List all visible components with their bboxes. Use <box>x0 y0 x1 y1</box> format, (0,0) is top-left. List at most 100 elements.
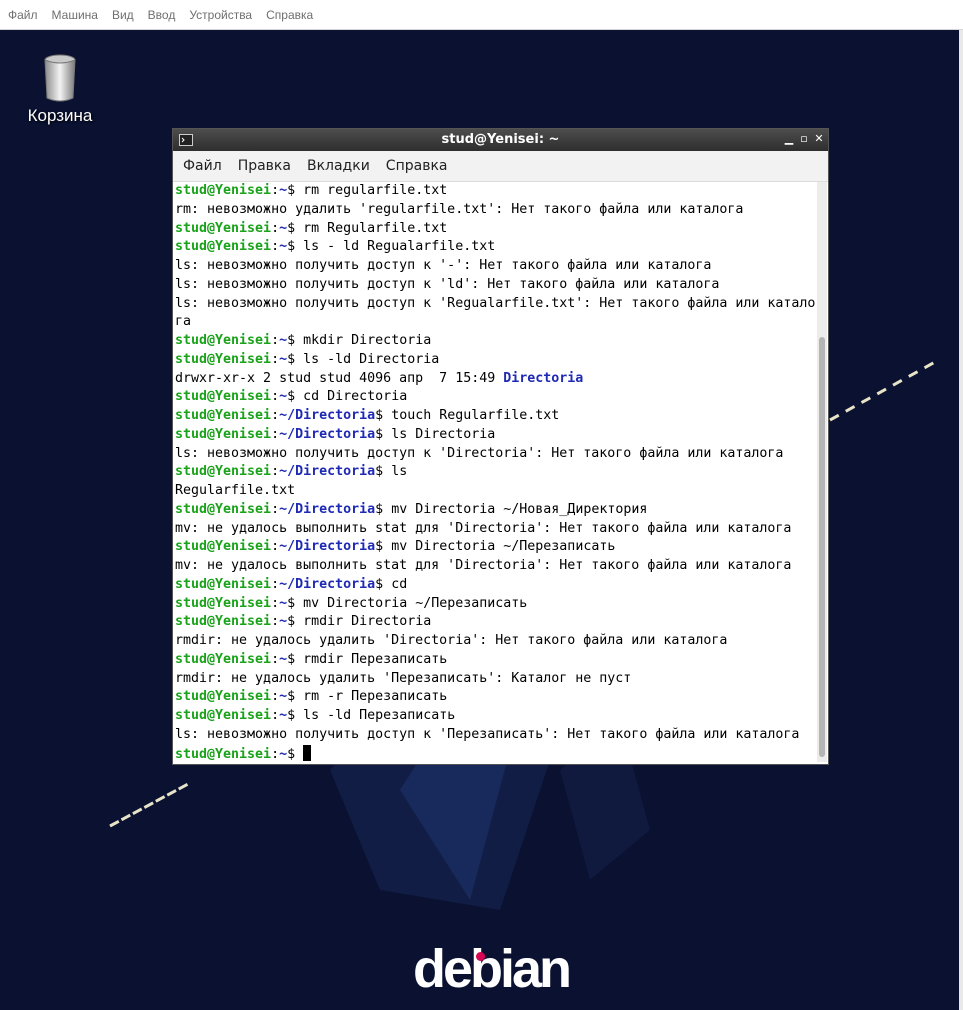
terminal-line: ls: невозможно получить доступ к 'Переза… <box>175 726 815 745</box>
vm-menu-file[interactable]: Файл <box>8 8 38 22</box>
command-text: rm -r Перезаписать <box>295 689 448 705</box>
command-text: ls - ld Regualarfile.txt <box>295 239 496 255</box>
output-text: ls: невозможно получить доступ к 'Direct… <box>175 445 784 461</box>
maximize-button[interactable]: ▫ <box>798 132 810 146</box>
terminal-titlebar[interactable]: stud@Yenisei: ~ ▁ ▫ ✕ <box>173 129 828 151</box>
output-text: ls: невозможно получить доступ к 'Regual… <box>175 295 815 311</box>
prompt-symbol: $ <box>375 408 384 423</box>
output-text: rmdir: не удалось удалить 'Directoria': … <box>175 633 728 648</box>
vm-menu-devices[interactable]: Устройства <box>189 8 252 22</box>
terminal-line: stud@Yenisei:~$ rm -r Перезаписать <box>175 688 815 707</box>
prompt-user: stud@Yenisei <box>175 239 272 255</box>
prompt-user: stud@Yenisei <box>175 746 272 762</box>
vm-menu-help[interactable]: Справка <box>266 8 313 22</box>
prompt-separator: : <box>271 595 280 611</box>
prompt-path: ~/Directoria <box>279 501 376 517</box>
command-text: rm regularfile.txt <box>295 183 448 198</box>
prompt-path: ~/Directoria <box>279 464 376 480</box>
prompt-symbol: $ <box>375 464 384 480</box>
output-text: ls: невозможно получить доступ к 'ld': Н… <box>175 276 720 292</box>
prompt-user: stud@Yenisei <box>175 464 272 480</box>
terminal-line: ls: невозможно получить доступ к 'Regual… <box>175 295 815 314</box>
prompt-user: stud@Yenisei <box>175 426 272 442</box>
prompt-separator: : <box>271 239 280 255</box>
output-text: rmdir: не удалось удалить 'Перезаписать'… <box>175 670 632 686</box>
output-text: rm: невозможно удалить 'regularfile.txt'… <box>175 201 744 217</box>
text-cursor <box>303 744 312 761</box>
prompt-separator: : <box>271 333 280 348</box>
trash-desktop-item[interactable]: Корзина <box>22 54 98 134</box>
prompt-path: ~ <box>279 651 288 667</box>
vm-menu-machine[interactable]: Машина <box>52 8 98 22</box>
prompt-user: stud@Yenisei <box>175 708 272 723</box>
terminal-line: drwxr-xr-x 2 stud stud 4096 апр 7 15:49 … <box>175 370 815 389</box>
prompt-path: ~/Directoria <box>279 576 376 592</box>
command-text: cd <box>383 576 408 592</box>
terminal-line: stud@Yenisei:~$ mkdir Directoria <box>175 332 815 351</box>
terminal-title: stud@Yenisei: ~ <box>441 132 560 147</box>
command-text: rmdir Перезаписать <box>295 651 448 667</box>
vm-menubar: Файл Машина Вид Ввод Устройства Справка <box>0 0 963 30</box>
terminal-line: stud@Yenisei:~/Directoria$ mv Directoria… <box>175 538 815 557</box>
terminal-menu-help[interactable]: Справка <box>386 158 448 174</box>
prompt-user: stud@Yenisei <box>175 408 272 423</box>
terminal-window[interactable]: stud@Yenisei: ~ ▁ ▫ ✕ Файл Правка Вкладк… <box>172 128 829 765</box>
minimize-button[interactable]: ▁ <box>783 132 795 146</box>
prompt-user: stud@Yenisei <box>175 595 272 611</box>
prompt-path: ~ <box>279 389 288 405</box>
prompt-user: stud@Yenisei <box>175 539 272 555</box>
terminal-line: ls: невозможно получить доступ к 'ld': Н… <box>175 276 815 295</box>
prompt-user: stud@Yenisei <box>175 351 272 367</box>
command-text: ls -ld Перезаписать <box>295 708 456 723</box>
prompt-symbol: $ <box>287 651 296 667</box>
terminal-line: stud@Yenisei:~$ mv Directoria ~/Перезапи… <box>175 595 815 614</box>
terminal-line: га <box>175 313 815 332</box>
prompt-separator: : <box>271 614 280 630</box>
prompt-symbol: $ <box>375 576 384 592</box>
terminal-scrollbar[interactable] <box>817 182 827 762</box>
command-text: touch Regularfile.txt <box>383 408 560 423</box>
prompt-user: stud@Yenisei <box>175 501 272 517</box>
vm-menu-input[interactable]: Ввод <box>148 8 176 22</box>
output-text: mv: не удалось выполнить stat для 'Direc… <box>175 558 792 573</box>
prompt-separator: : <box>271 689 280 705</box>
prompt-user: stud@Yenisei <box>175 689 272 705</box>
terminal-line: rm: невозможно удалить 'regularfile.txt'… <box>175 201 815 220</box>
debian-logo-text: debian <box>413 939 572 999</box>
command-text <box>295 747 303 762</box>
terminal-menu-file[interactable]: Файл <box>183 158 222 174</box>
right-edge-strip <box>959 30 963 1010</box>
prompt-symbol: $ <box>287 220 296 236</box>
prompt-path: ~ <box>279 708 288 723</box>
prompt-separator: : <box>271 183 280 198</box>
prompt-separator: : <box>271 389 280 405</box>
close-button[interactable]: ✕ <box>813 132 825 146</box>
terminal-menubar: Файл Правка Вкладки Справка <box>173 151 828 182</box>
terminal-line: rmdir: не удалось удалить 'Directoria': … <box>175 632 815 651</box>
prompt-symbol: $ <box>287 389 296 405</box>
prompt-separator: : <box>271 746 280 762</box>
prompt-symbol: $ <box>287 183 296 198</box>
prompt-symbol: $ <box>287 689 296 705</box>
prompt-symbol: $ <box>375 426 384 442</box>
prompt-path: ~ <box>279 614 288 630</box>
prompt-path: ~ <box>279 595 288 611</box>
prompt-separator: : <box>271 408 280 423</box>
output-text: га <box>175 314 192 330</box>
terminal-line: ls: невозможно получить доступ к '-': Не… <box>175 257 815 276</box>
terminal-menu-edit[interactable]: Правка <box>238 158 291 174</box>
vm-menu-view[interactable]: Вид <box>112 8 134 22</box>
terminal-menu-tabs[interactable]: Вкладки <box>307 158 370 174</box>
terminal-output[interactable]: stud@Yenisei:~$ rm regularfile.txt rm: не… <box>175 182 815 762</box>
terminal-line: stud@Yenisei:~$ cd Directoria <box>175 388 815 407</box>
terminal-line: ls: невозможно получить доступ к 'Direct… <box>175 445 815 464</box>
prompt-path: ~ <box>279 746 288 762</box>
prompt-path: ~ <box>279 220 288 236</box>
command-text: cd Directoria <box>295 389 408 405</box>
prompt-path: ~/Directoria <box>279 539 376 555</box>
output-text: mv: не удалось выполнить stat для 'Direc… <box>175 520 792 536</box>
scrollbar-thumb[interactable] <box>819 337 825 757</box>
trash-icon <box>44 54 76 102</box>
terminal-line: stud@Yenisei:~/Directoria$ ls <box>175 463 815 482</box>
prompt-path: ~ <box>279 351 288 367</box>
